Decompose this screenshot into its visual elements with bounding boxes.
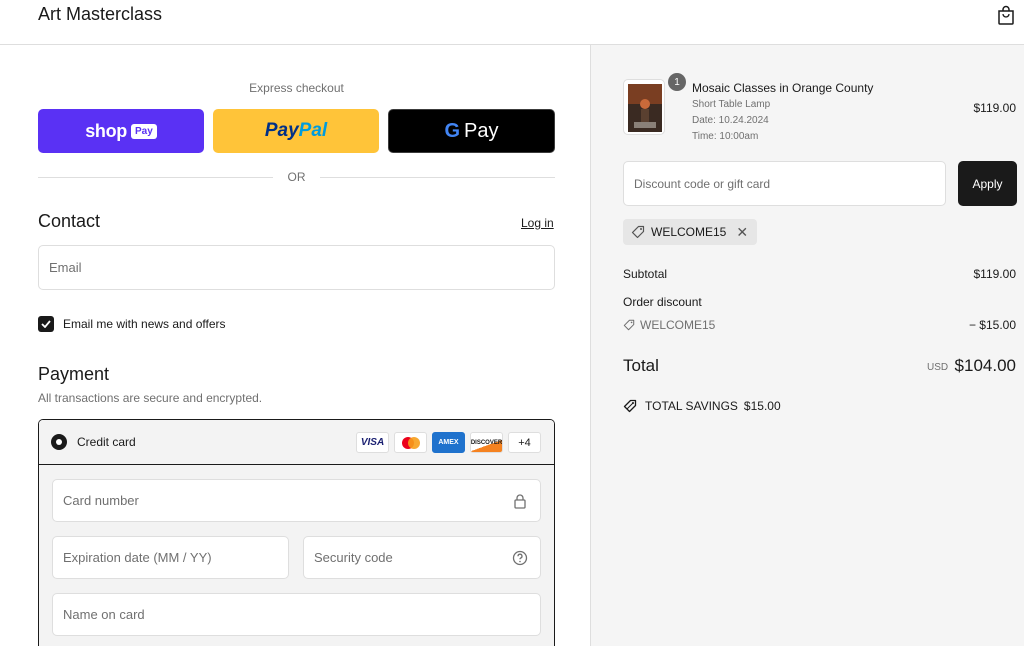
newsletter-checkbox[interactable] bbox=[38, 316, 54, 332]
google-g-icon: G bbox=[444, 119, 461, 142]
shop-pay-badge: Pay bbox=[131, 123, 157, 139]
paypal-logo: PayPal bbox=[265, 120, 327, 142]
credit-card-label: Credit card bbox=[77, 435, 136, 449]
product-date: Date: 10.24.2024 bbox=[692, 115, 769, 126]
product-variant: Short Table Lamp bbox=[692, 99, 771, 110]
quantity-badge: 1 bbox=[668, 73, 686, 91]
express-checkout-label: Express checkout bbox=[249, 81, 344, 95]
email-input[interactable] bbox=[39, 246, 554, 289]
credit-card-option[interactable]: Credit card VISA AMEX DISCOVER +4 bbox=[39, 420, 554, 465]
newsletter-row: Email me with news and offers bbox=[38, 315, 226, 333]
total-savings: TOTAL SAVINGS $15.00 bbox=[623, 399, 781, 413]
amex-icon: AMEX bbox=[432, 432, 465, 453]
paypal-logo-part2: Pal bbox=[298, 120, 328, 141]
google-pay-label: Pay bbox=[464, 119, 499, 142]
savings-value: $15.00 bbox=[743, 399, 781, 413]
product-time: Time: 10:00am bbox=[692, 131, 759, 142]
email-field-wrapper bbox=[38, 245, 555, 290]
tag-icon bbox=[631, 225, 645, 239]
paypal-button[interactable]: PayPal bbox=[213, 109, 379, 153]
contact-title: Contact bbox=[38, 211, 101, 231]
tag-icon bbox=[623, 319, 635, 331]
lock-icon bbox=[514, 493, 526, 509]
security-code-input[interactable] bbox=[304, 537, 540, 578]
order-discount-code-label: WELCOME15 bbox=[640, 318, 716, 332]
total-currency: USD bbox=[927, 362, 949, 373]
mastercard-icon bbox=[394, 432, 427, 453]
security-code-wrapper bbox=[303, 536, 541, 579]
order-summary-panel bbox=[590, 45, 1024, 646]
order-discount-code: WELCOME15 bbox=[623, 318, 715, 332]
shop-pay-button[interactable]: shop Pay bbox=[38, 109, 204, 153]
card-number-wrapper bbox=[52, 479, 541, 522]
visa-icon: VISA bbox=[356, 432, 389, 453]
expiry-input[interactable] bbox=[53, 537, 288, 578]
store-name[interactable]: Art Masterclass bbox=[38, 4, 162, 25]
discover-icon: DISCOVER bbox=[470, 432, 503, 453]
expiry-wrapper bbox=[52, 536, 289, 579]
total-label: Total bbox=[623, 356, 659, 375]
discount-field-wrapper bbox=[623, 161, 946, 206]
card-number-input[interactable] bbox=[53, 480, 540, 521]
help-icon[interactable] bbox=[512, 550, 528, 566]
name-on-card-wrapper bbox=[52, 593, 541, 636]
order-discount-value: − $15.00 bbox=[968, 318, 1016, 332]
login-link[interactable]: Log in bbox=[521, 216, 554, 230]
product-price: $119.00 bbox=[973, 101, 1017, 115]
subtotal-value: $119.00 bbox=[973, 267, 1017, 281]
name-on-card-input[interactable] bbox=[53, 594, 540, 635]
applied-discount-chip: WELCOME15 ✕ bbox=[623, 219, 757, 245]
savings-tag-icon bbox=[623, 399, 637, 413]
product-title: Mosaic Classes in Orange County bbox=[692, 81, 874, 95]
product-image bbox=[628, 84, 662, 132]
discount-input[interactable] bbox=[624, 162, 945, 205]
paypal-logo-part1: Pay bbox=[264, 120, 299, 141]
or-divider: OR bbox=[38, 170, 555, 184]
shop-pay-logo: shop bbox=[85, 120, 127, 141]
checkmark-icon bbox=[41, 320, 51, 328]
apply-discount-button[interactable]: Apply bbox=[958, 161, 1017, 206]
more-cards-badge: +4 bbox=[508, 432, 541, 453]
payment-title: Payment bbox=[38, 364, 110, 384]
shopping-bag-icon[interactable] bbox=[997, 5, 1015, 25]
total-value: $104.00 bbox=[954, 356, 1016, 375]
savings-label: TOTAL SAVINGS bbox=[645, 399, 738, 413]
divider-line-right bbox=[320, 177, 555, 178]
google-pay-button[interactable]: G Pay bbox=[388, 109, 555, 153]
subtotal-label: Subtotal bbox=[623, 267, 668, 281]
payment-subtitle: All transactions are secure and encrypte… bbox=[38, 391, 263, 405]
credit-card-radio[interactable] bbox=[51, 434, 67, 450]
newsletter-label: Email me with news and offers bbox=[63, 317, 226, 331]
page-header: Art Masterclass bbox=[0, 0, 1024, 45]
remove-discount-icon[interactable]: ✕ bbox=[736, 224, 748, 241]
applied-code-label: WELCOME15 bbox=[651, 225, 727, 239]
order-discount-label: Order discount bbox=[623, 295, 702, 309]
product-thumbnail bbox=[623, 79, 665, 135]
